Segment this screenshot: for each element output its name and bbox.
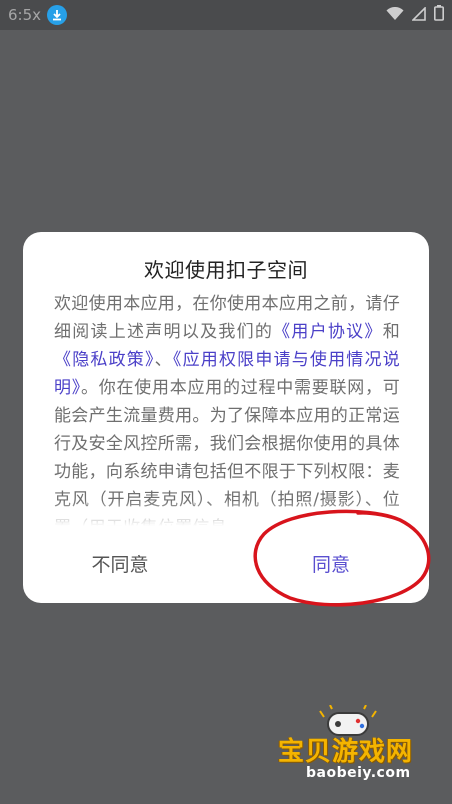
disagree-button[interactable]: 不同意 — [45, 550, 195, 577]
watermark-title: 宝贝游戏网 — [278, 737, 414, 767]
dialog-body[interactable]: 欢迎使用本应用，在你使用本应用之前，请仔细阅读上述声明以及我们的《用户协议》和《… — [54, 290, 400, 526]
watermark: 宝贝游戏网 baobeiy.com — [270, 705, 430, 785]
status-bar: 6:5x — [0, 0, 452, 30]
red-circle-annotation — [253, 509, 431, 607]
signal-icon — [411, 5, 426, 25]
dialog-title: 欢迎使用扣子空间 — [144, 258, 308, 282]
status-icons — [386, 5, 444, 25]
user-agreement-link[interactable]: 《用户协议》 — [273, 322, 383, 342]
privacy-policy-link[interactable]: 《隐私政策》 — [54, 350, 155, 370]
screen: 6:5x 欢迎使用扣子空间 欢迎使用本应用，在你使用本应用之前，请仔细阅读上述声… — [0, 0, 452, 804]
battery-icon — [434, 5, 444, 25]
download-icon — [47, 5, 68, 25]
watermark-subtitle: baobeiy.com — [306, 765, 411, 781]
status-time: 6:5x — [8, 6, 42, 24]
body-text: 和 — [382, 322, 400, 342]
wifi-icon — [386, 6, 404, 25]
body-text: 、 — [154, 350, 173, 370]
